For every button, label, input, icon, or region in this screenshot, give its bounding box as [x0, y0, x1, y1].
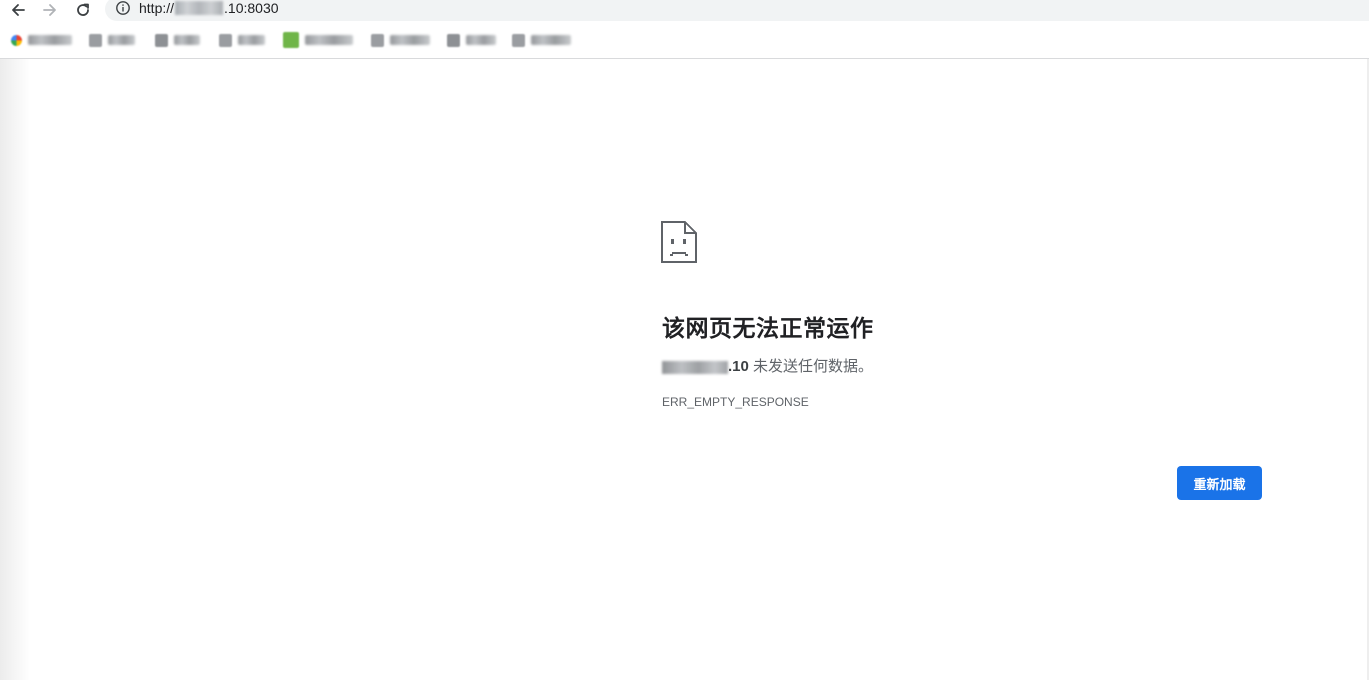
reload-icon	[77, 3, 89, 16]
bookmark-label-redacted	[238, 35, 265, 45]
folder-icon	[512, 33, 525, 47]
arrow-left-icon	[12, 4, 25, 16]
bookmark-label-redacted	[390, 35, 430, 45]
error-code: ERR_EMPTY_RESPONSE	[662, 395, 809, 409]
info-icon[interactable]	[115, 0, 131, 16]
left-edge-shadow	[0, 59, 30, 680]
bookmark-item[interactable]	[219, 31, 265, 49]
bookmark-item[interactable]	[11, 31, 72, 49]
host-redacted	[662, 361, 728, 374]
folder-icon	[155, 33, 168, 47]
bookmark-label-redacted	[108, 35, 135, 45]
folder-icon	[219, 33, 232, 47]
bookmark-label-redacted	[174, 35, 200, 45]
url-text[interactable]: http:// .10:8030	[139, 0, 279, 16]
url-scheme: http://	[139, 0, 175, 16]
bookmark-item[interactable]	[283, 31, 353, 49]
bookmark-label-redacted	[466, 35, 496, 45]
back-button[interactable]	[6, 0, 30, 20]
browser-toolbar: http:// .10:8030	[0, 0, 1369, 22]
bookmark-label-redacted	[305, 35, 353, 45]
forward-button[interactable]	[38, 0, 62, 20]
bookmark-label-redacted	[531, 35, 571, 45]
reload-toolbar-button[interactable]	[71, 0, 95, 20]
error-detail: .10 未发送任何数据。	[662, 358, 873, 376]
bookmark-item[interactable]	[447, 31, 496, 49]
folder-icon	[89, 33, 102, 47]
host-suffix: .10	[728, 358, 749, 375]
google-favicon-icon	[11, 34, 22, 46]
sad-document-icon	[661, 221, 697, 263]
arrow-right-icon	[43, 4, 56, 16]
bookmarks-bar	[0, 28, 1369, 52]
folder-icon	[447, 33, 460, 47]
green-favicon-icon	[283, 32, 299, 48]
error-detail-text: 未发送任何数据。	[748, 358, 874, 375]
url-redacted-host	[175, 1, 224, 15]
bookmark-item[interactable]	[155, 31, 200, 49]
bookmark-item[interactable]	[89, 31, 135, 49]
folder-icon	[371, 33, 384, 47]
error-title: 该网页无法正常运作	[662, 315, 874, 341]
reload-button[interactable]: 重新加载	[1177, 466, 1262, 500]
address-bar[interactable]: http:// .10:8030	[105, 0, 1369, 21]
url-port: .10:8030	[224, 0, 279, 16]
bookmark-item[interactable]	[512, 31, 571, 49]
page-viewport: 该网页无法正常运作 .10 未发送任何数据。 ERR_EMPTY_RESPONS…	[0, 59, 1369, 680]
bookmark-item[interactable]	[371, 31, 430, 49]
bookmark-label-redacted	[28, 35, 72, 45]
